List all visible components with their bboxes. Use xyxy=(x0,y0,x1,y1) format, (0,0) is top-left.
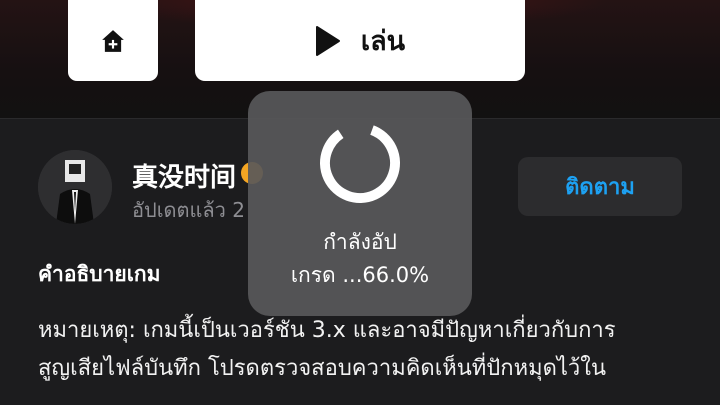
play-label: เล่น xyxy=(360,26,406,57)
avatar-figure-icon xyxy=(38,150,112,224)
creator-avatar[interactable] xyxy=(38,150,112,224)
home-plus-icon xyxy=(102,29,124,52)
description-line: หมายเหตุ: เกมนี้เป็นเวอร์ชัน 3.x และอาจม… xyxy=(38,318,616,343)
description-line: สูญเสียไฟล์บันทึก โปรดตรวจสอบความคิดเห็น… xyxy=(38,356,607,381)
creator-name[interactable]: 真没时间 xyxy=(132,157,236,194)
play-icon xyxy=(315,25,340,56)
loading-label: กำลังอัป xyxy=(323,230,397,254)
add-to-home-button[interactable] xyxy=(68,0,158,81)
play-button[interactable]: เล่น xyxy=(195,0,525,81)
loading-spinner-icon xyxy=(320,123,400,204)
follow-button[interactable]: ติดตาม xyxy=(518,157,682,216)
game-description: หมายเหตุ: เกมนี้เป็นเวอร์ชัน 3.x และอาจม… xyxy=(38,312,702,388)
description-title: คำอธิบายเกม xyxy=(38,262,161,286)
loading-progress-text: เกรด ...66.0% xyxy=(290,263,430,287)
updated-text: อัปเดตแล้ว 2 xyxy=(132,198,245,222)
update-progress-overlay: กำลังอัป เกรด ...66.0% xyxy=(248,91,472,316)
